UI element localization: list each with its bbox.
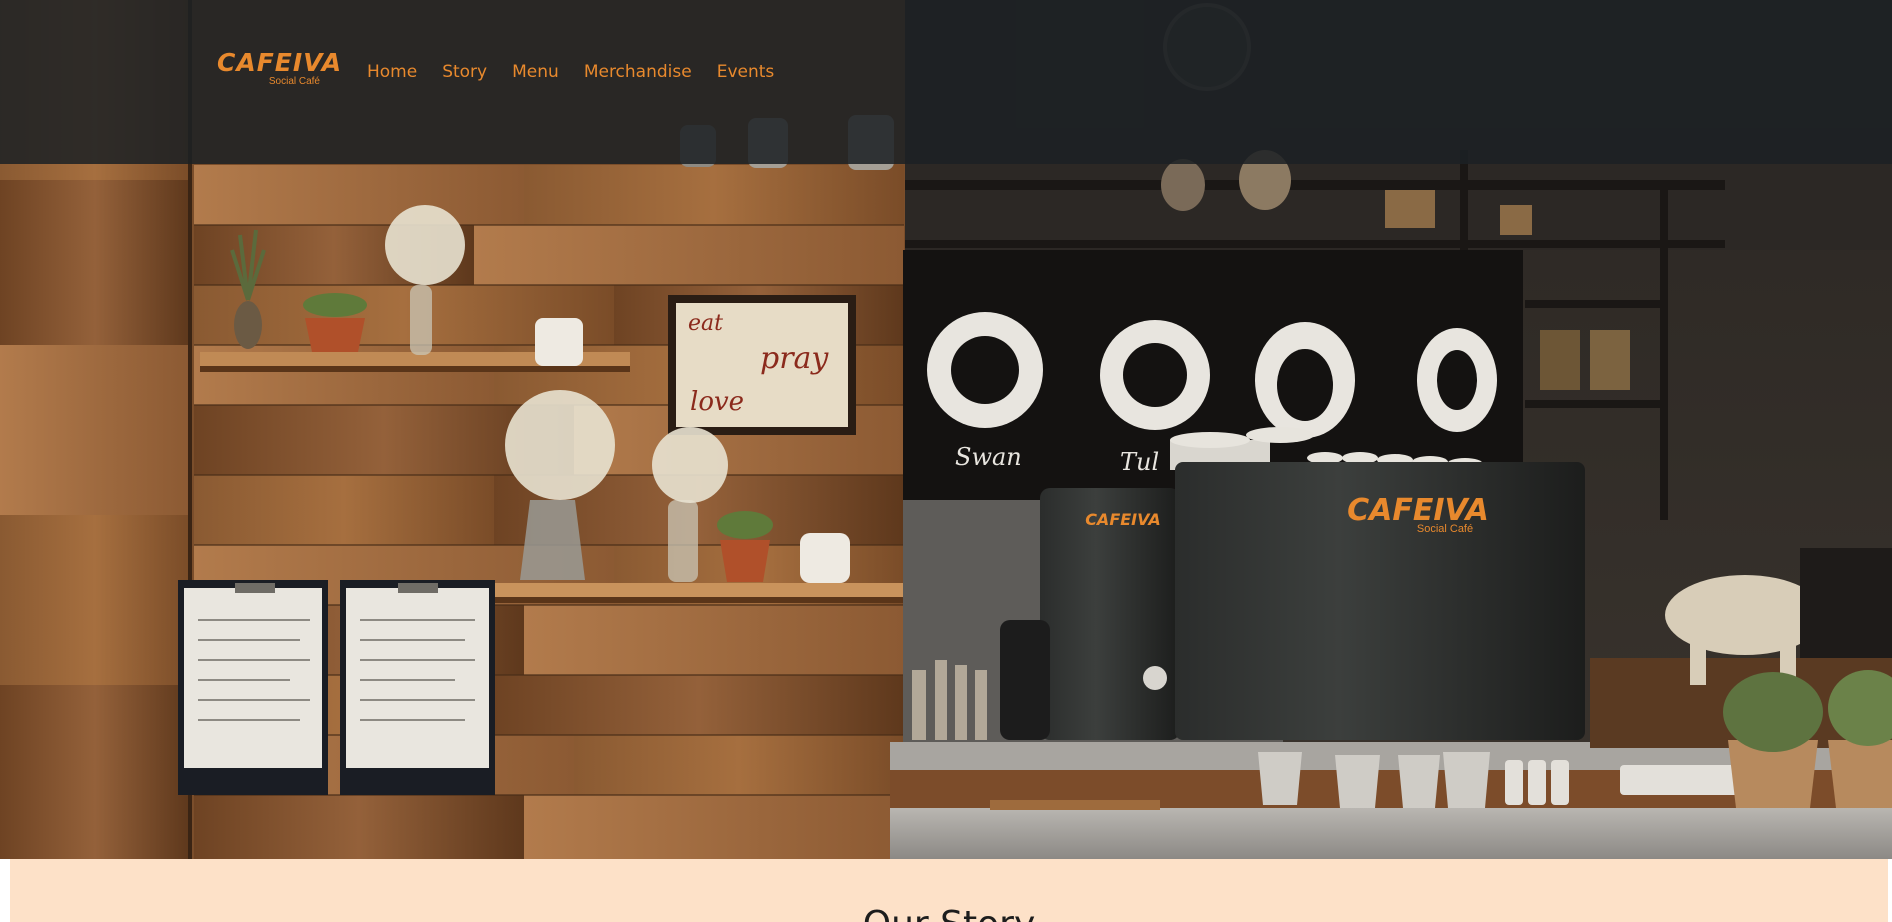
nav-item-events: Events (717, 60, 800, 84)
story-title: Our Story (10, 903, 1888, 922)
brand-name: CAFEIVA (217, 48, 343, 77)
site-header: CAFEIVA Social Café Home Story Menu Merc… (0, 0, 1892, 164)
nav-item-story: Story (442, 60, 512, 84)
machine-tagline: Social Café (1417, 523, 1473, 535)
nav-item-merchandise: Merchandise (584, 60, 717, 84)
nav-link-merchandise[interactable]: Merchandise (584, 60, 692, 84)
sign-word-eat: eat (688, 311, 723, 336)
nav-item-home: Home (367, 60, 442, 84)
sign-word-love: love (690, 387, 744, 417)
brand-tagline: Social Café (268, 76, 320, 87)
nav-link-story[interactable]: Story (442, 60, 487, 84)
nav-item-menu: Menu (512, 60, 584, 84)
story-section: Our Story (10, 859, 1888, 922)
chalkboard-label-tul: Tul (1120, 448, 1159, 476)
nav-link-menu[interactable]: Menu (512, 60, 559, 84)
nav-link-home[interactable]: Home (367, 60, 417, 84)
brand-logo[interactable]: CAFEIVA Social Café (217, 48, 341, 92)
nav-link-events[interactable]: Events (717, 60, 775, 84)
nav-list: Home Story Menu Merchandise Events (367, 60, 799, 84)
sign-word-pray: pray (760, 341, 829, 376)
machine-small-logo: CAFEIVA (1085, 510, 1161, 529)
chalkboard-label-swan: Swan (955, 443, 1022, 471)
